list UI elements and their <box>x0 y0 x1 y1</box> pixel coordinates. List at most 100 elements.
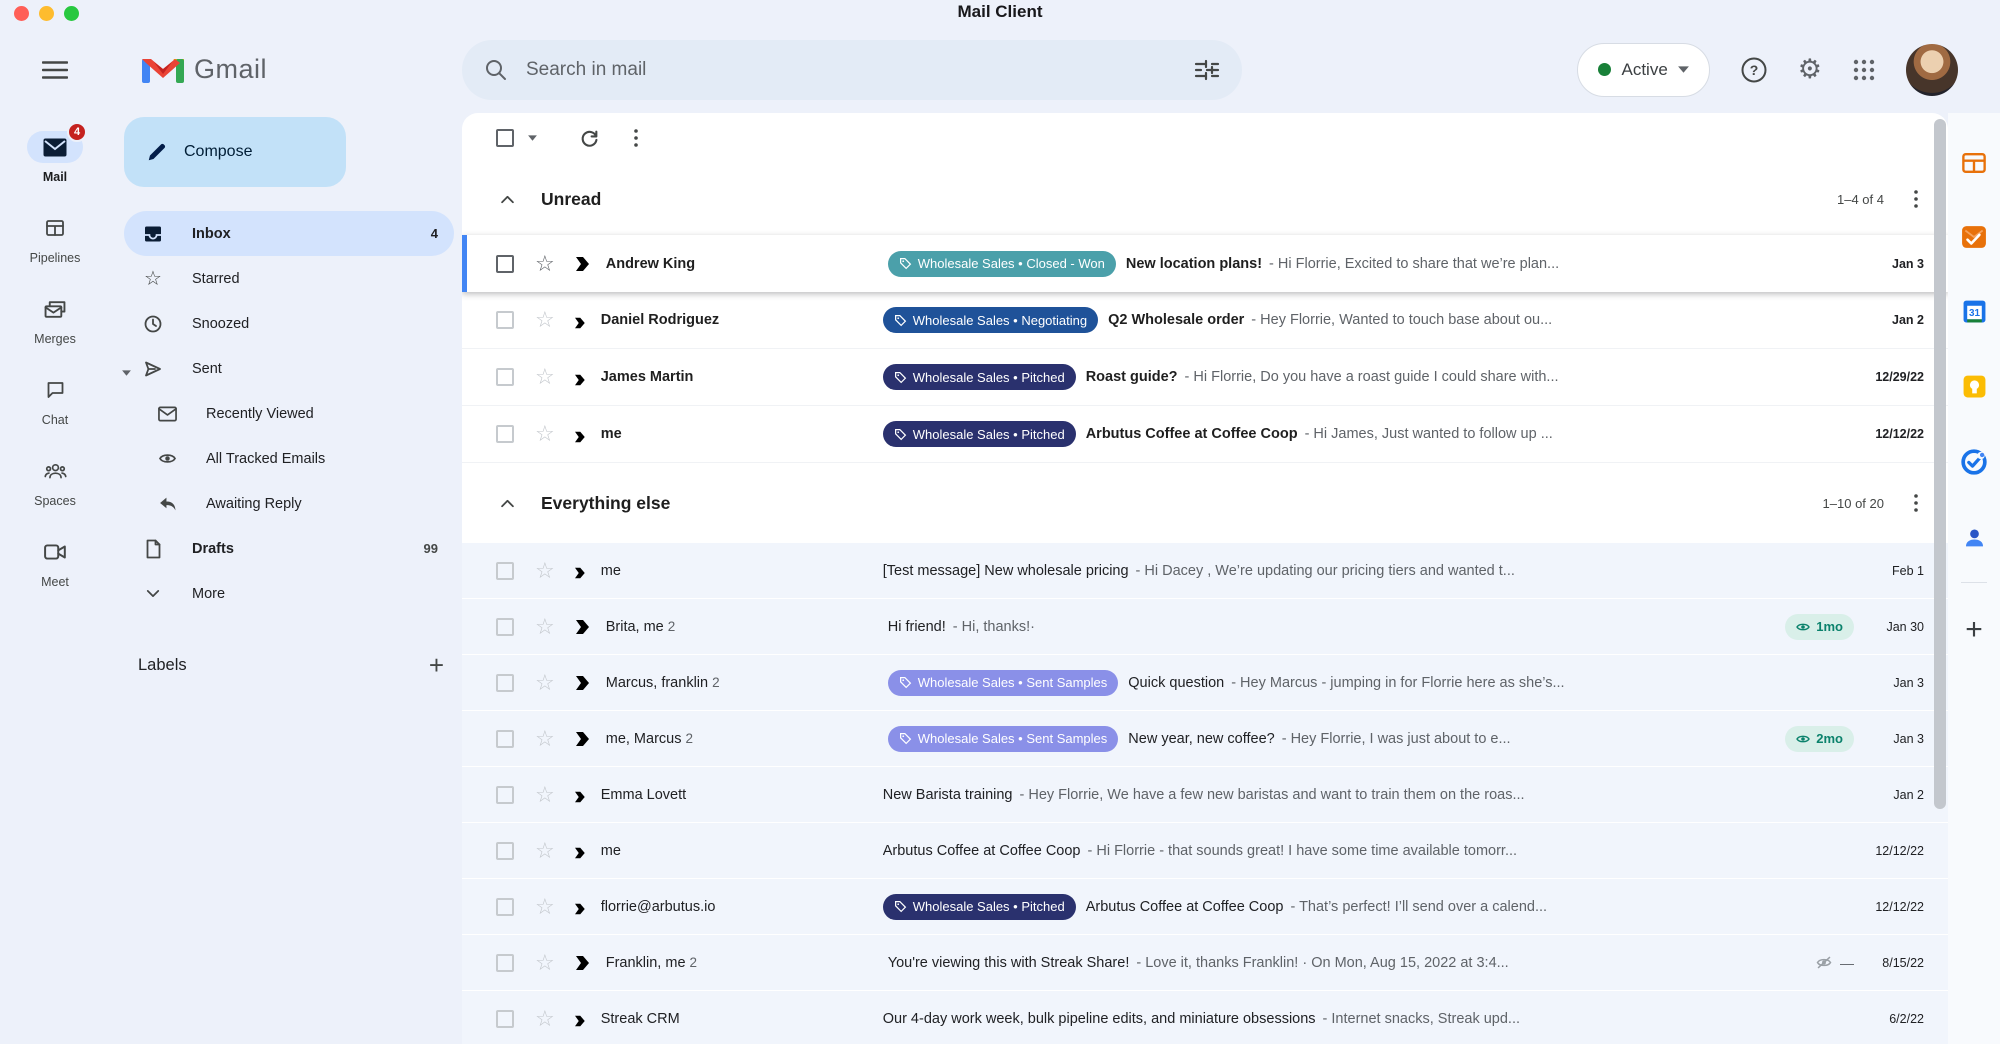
email-row[interactable]: ☆ me Wholesale Sales • Pitched Arbutus C… <box>462 406 1948 463</box>
more-options-kebab-icon[interactable] <box>634 129 638 147</box>
google-apps-grid-icon[interactable] <box>1852 58 1876 82</box>
email-row[interactable]: ☆ Franklin, me2 You're viewing this with… <box>462 935 1948 991</box>
streak-pipeline-flag-icon[interactable] <box>572 427 587 442</box>
star-icon[interactable]: ☆ <box>535 423 555 445</box>
row-checkbox[interactable] <box>496 842 514 860</box>
streak-pipeline-flag-icon[interactable] <box>572 787 587 802</box>
streak-pipeline-flag-icon[interactable] <box>572 899 587 914</box>
refresh-icon[interactable] <box>579 128 600 149</box>
email-row[interactable]: ☆ me Arbutus Coffee at Coffee Coop - Hi … <box>462 823 1948 879</box>
sidebar-item-drafts[interactable]: Drafts 99 <box>124 526 454 571</box>
streak-pipeline-flag-icon[interactable] <box>572 617 592 637</box>
nav-rail-item-spaces[interactable]: Spaces <box>0 455 110 508</box>
row-checkbox[interactable] <box>496 255 514 273</box>
streak-pipelines-icon[interactable] <box>1961 151 1987 175</box>
star-icon[interactable]: ☆ <box>535 840 555 862</box>
search-filters-icon[interactable] <box>1194 58 1220 82</box>
row-checkbox[interactable] <box>496 1010 514 1028</box>
streak-pipeline-flag-icon[interactable] <box>572 563 587 578</box>
collapse-caret-icon[interactable] <box>122 364 131 380</box>
nav-rail-item-mail[interactable]: 4 Mail <box>0 131 110 184</box>
search-bar[interactable] <box>462 40 1242 100</box>
streak-status-dropdown[interactable]: Active <box>1577 43 1709 97</box>
email-row[interactable]: ☆ Marcus, franklin2 Wholesale Sales • Se… <box>462 655 1948 711</box>
row-checkbox[interactable] <box>496 674 514 692</box>
row-checkbox[interactable] <box>496 311 514 329</box>
email-row[interactable]: ☆ florrie@arbutus.io Wholesale Sales • P… <box>462 879 1948 935</box>
user-avatar[interactable] <box>1906 44 1958 96</box>
sidebar-item-snoozed[interactable]: Snoozed <box>124 301 454 346</box>
star-icon[interactable]: ☆ <box>535 672 555 694</box>
star-icon[interactable]: ☆ <box>535 784 555 806</box>
email-seen-tracking-badge[interactable]: 2mo <box>1785 726 1854 752</box>
pipeline-stage-badge[interactable]: Wholesale Sales • Sent Samples <box>888 670 1119 696</box>
streak-pipeline-flag-icon[interactable] <box>572 843 587 858</box>
select-all-checkbox[interactable] <box>496 129 514 147</box>
streak-pipeline-flag-icon[interactable] <box>572 370 587 385</box>
streak-pipeline-flag-icon[interactable] <box>572 313 587 328</box>
collapse-section-icon[interactable] <box>500 195 515 204</box>
row-checkbox[interactable] <box>496 786 514 804</box>
pipeline-stage-badge[interactable]: Wholesale Sales • Negotiating <box>883 307 1098 333</box>
sidebar-item-starred[interactable]: ☆ Starred <box>124 256 454 301</box>
row-checkbox[interactable] <box>496 730 514 748</box>
email-row[interactable]: ☆ Daniel Rodriguez Wholesale Sales • Neg… <box>462 292 1948 349</box>
get-add-ons-icon[interactable]: + <box>1965 615 1983 645</box>
star-icon[interactable]: ☆ <box>535 309 555 331</box>
sidebar-item-sent[interactable]: Sent <box>124 346 454 391</box>
section-kebab-icon[interactable] <box>1914 190 1918 208</box>
row-checkbox[interactable] <box>496 562 514 580</box>
settings-gear-icon[interactable]: ⚙ <box>1798 56 1822 83</box>
compose-button[interactable]: Compose <box>124 117 346 187</box>
star-icon[interactable]: ☆ <box>535 616 555 638</box>
row-checkbox[interactable] <box>496 368 514 386</box>
email-row[interactable]: ☆ James Martin Wholesale Sales • Pitched… <box>462 349 1948 406</box>
pipeline-stage-badge[interactable]: Wholesale Sales • Sent Samples <box>888 726 1119 752</box>
email-row[interactable]: ☆ me [Test message] New wholesale pricin… <box>462 543 1948 599</box>
nav-rail-item-chat[interactable]: Chat <box>0 374 110 427</box>
section-kebab-icon[interactable] <box>1914 494 1918 512</box>
list-scrollbar[interactable] <box>1934 119 1946 809</box>
search-input[interactable] <box>526 59 1176 81</box>
streak-pipeline-flag-icon[interactable] <box>572 1011 587 1026</box>
sidebar-item-more[interactable]: More <box>124 571 454 616</box>
nav-rail-item-merges[interactable]: Merges <box>0 293 110 346</box>
search-icon[interactable] <box>484 58 508 82</box>
sidebar-item-recently-viewed[interactable]: Recently Viewed <box>124 391 454 436</box>
google-calendar-icon[interactable]: 31 <box>1962 299 1987 324</box>
gmail-logo[interactable]: Gmail <box>110 54 462 86</box>
row-checkbox[interactable] <box>496 954 514 972</box>
main-menu-icon[interactable] <box>0 60 110 80</box>
sidebar-item-all-tracked-emails[interactable]: All Tracked Emails <box>124 436 454 481</box>
email-row[interactable]: ☆ me, Marcus2 Wholesale Sales • Sent Sam… <box>462 711 1948 767</box>
star-icon[interactable]: ☆ <box>535 253 555 275</box>
star-icon[interactable]: ☆ <box>535 728 555 750</box>
streak-pipeline-flag-icon[interactable] <box>572 729 592 749</box>
star-icon[interactable]: ☆ <box>535 952 555 974</box>
sidebar-item-inbox[interactable]: Inbox 4 <box>124 211 454 256</box>
email-seen-tracking-badge[interactable]: 1mo <box>1785 614 1854 640</box>
help-icon[interactable]: ? <box>1740 56 1768 84</box>
create-label-plus-icon[interactable]: + <box>429 652 444 678</box>
row-checkbox[interactable] <box>496 425 514 443</box>
email-row[interactable]: ☆ Andrew King Wholesale Sales • Closed -… <box>462 235 1948 292</box>
email-tracking-muted-indicator[interactable]: — <box>1816 955 1854 971</box>
star-icon[interactable]: ☆ <box>535 896 555 918</box>
row-checkbox[interactable] <box>496 618 514 636</box>
google-contacts-icon[interactable] <box>1962 525 1987 550</box>
star-icon[interactable]: ☆ <box>535 560 555 582</box>
collapse-section-icon[interactable] <box>500 499 515 508</box>
google-keep-icon[interactable] <box>1962 374 1987 399</box>
streak-pipeline-flag-icon[interactable] <box>572 254 592 274</box>
streak-pipeline-flag-icon[interactable] <box>572 953 592 973</box>
sidebar-item-awaiting-reply[interactable]: Awaiting Reply <box>124 481 454 526</box>
email-row[interactable]: ☆ Emma Lovett New Barista training - Hey… <box>462 767 1948 823</box>
pipeline-stage-badge[interactable]: Wholesale Sales • Pitched <box>883 364 1076 390</box>
streak-pipeline-flag-icon[interactable] <box>572 673 592 693</box>
email-row[interactable]: ☆ Streak CRM Our 4-day work week, bulk p… <box>462 991 1948 1044</box>
nav-rail-item-meet[interactable]: Meet <box>0 536 110 589</box>
google-tasks-icon[interactable] <box>1961 449 1987 475</box>
email-row[interactable]: ☆ Brita, me2 Hi friend! - Hi, thanks!· 1… <box>462 599 1948 655</box>
star-icon[interactable]: ☆ <box>535 366 555 388</box>
nav-rail-item-pipelines[interactable]: Pipelines <box>0 212 110 265</box>
